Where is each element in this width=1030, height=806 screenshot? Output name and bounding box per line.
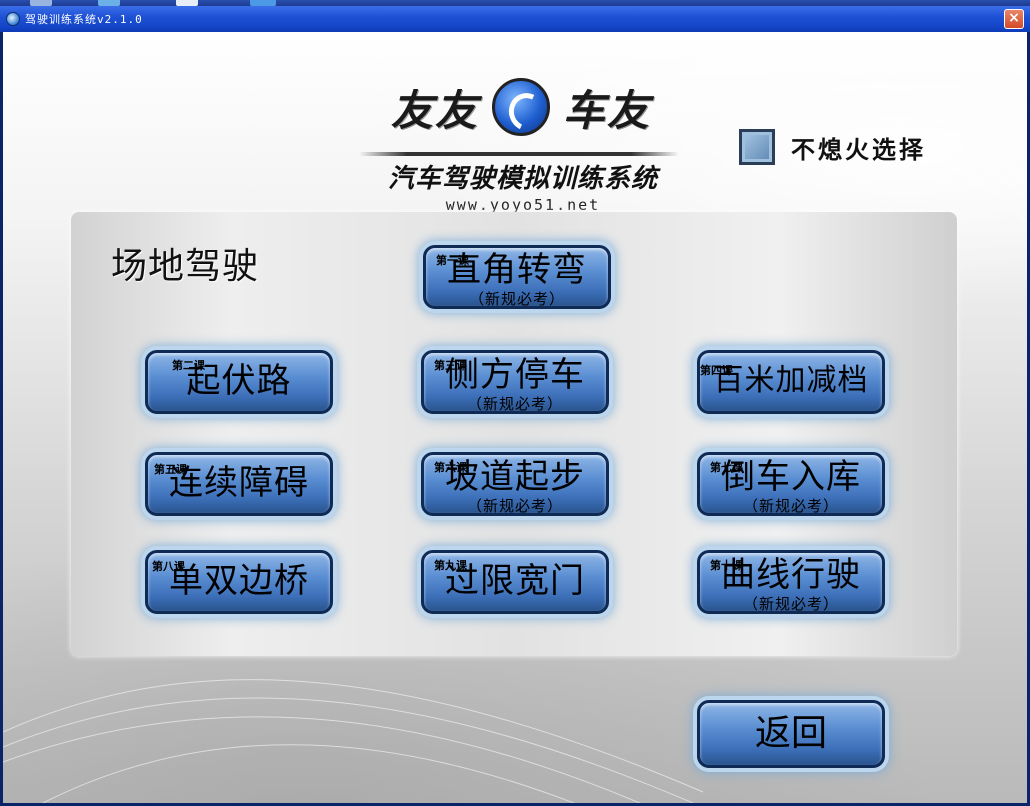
lesson-name: 起伏路 (186, 361, 292, 401)
lesson-button-2[interactable]: 第二课 起伏路 (145, 350, 333, 414)
logo: 友友 车友 (391, 77, 651, 137)
lesson-button-7[interactable]: 第七课 倒车入库 （新规必考） (697, 452, 885, 516)
lesson-name: 直角转弯 (447, 250, 587, 290)
lesson-button-5[interactable]: 第五课 连续障碍 (145, 452, 333, 516)
window-title: 驾驶训练系统v2.1.0 (25, 13, 143, 26)
lesson-name: 侧方停车 (445, 355, 585, 395)
lesson-button-4[interactable]: 第四课 百米加减档 (697, 350, 885, 414)
close-button[interactable]: × (1004, 9, 1024, 29)
logo-emblem-icon (492, 78, 550, 136)
lesson-button-9[interactable]: 第九课 过限宽门 (421, 550, 609, 614)
no-stall-label: 不熄火选择 (791, 135, 926, 164)
back-button[interactable]: 返回 (697, 700, 885, 768)
app-window: 驾驶训练系统v2.1.0 × 友友 车友 汽车驾驶模拟训练系统 www.yoyo… (0, 6, 1030, 806)
lesson-name: 连续障碍 (169, 463, 309, 503)
lesson-note: （新规必考） (468, 290, 565, 308)
lesson-button-10[interactable]: 第十课 曲线行驶 （新规必考） (697, 550, 885, 614)
lesson-note: （新规必考） (742, 497, 839, 515)
lesson-note: （新规必考） (466, 395, 563, 413)
lesson-name: 曲线行驶 (721, 555, 861, 595)
logo-divider (359, 152, 679, 156)
lesson-button-6[interactable]: 第六课 坡道起步 （新规必考） (421, 452, 609, 516)
lesson-note: （新规必考） (742, 595, 839, 613)
lesson-name: 倒车入库 (721, 457, 861, 497)
no-stall-option[interactable]: 不熄火选择 (739, 129, 926, 165)
lesson-button-3[interactable]: 第三课 侧方停车 （新规必考） (421, 350, 609, 414)
no-stall-checkbox[interactable] (739, 129, 775, 165)
logo-word-left: 友友 (391, 85, 480, 135)
main-area: 友友 车友 汽车驾驶模拟训练系统 www.yoyo51.net 不熄火选择 场地… (3, 32, 1027, 803)
lesson-button-8[interactable]: 第八课 单双边桥 (145, 550, 333, 614)
logo-word-right: 车友 (562, 85, 651, 135)
lesson-name: 过限宽门 (445, 561, 585, 601)
logo-subtitle: 汽车驾驶模拟训练系统 (387, 164, 658, 194)
lesson-name: 单双边桥 (169, 561, 309, 601)
lesson-note: （新规必考） (466, 497, 563, 515)
lesson-name: 坡道起步 (445, 457, 585, 497)
lesson-button-1[interactable]: 第一课 直角转弯 （新规必考） (423, 245, 611, 309)
lesson-name: 百米加减档 (713, 363, 869, 398)
title-bar[interactable]: 驾驶训练系统v2.1.0 × (0, 6, 1030, 32)
app-icon (6, 12, 20, 26)
section-title: 场地驾驶 (111, 246, 260, 287)
